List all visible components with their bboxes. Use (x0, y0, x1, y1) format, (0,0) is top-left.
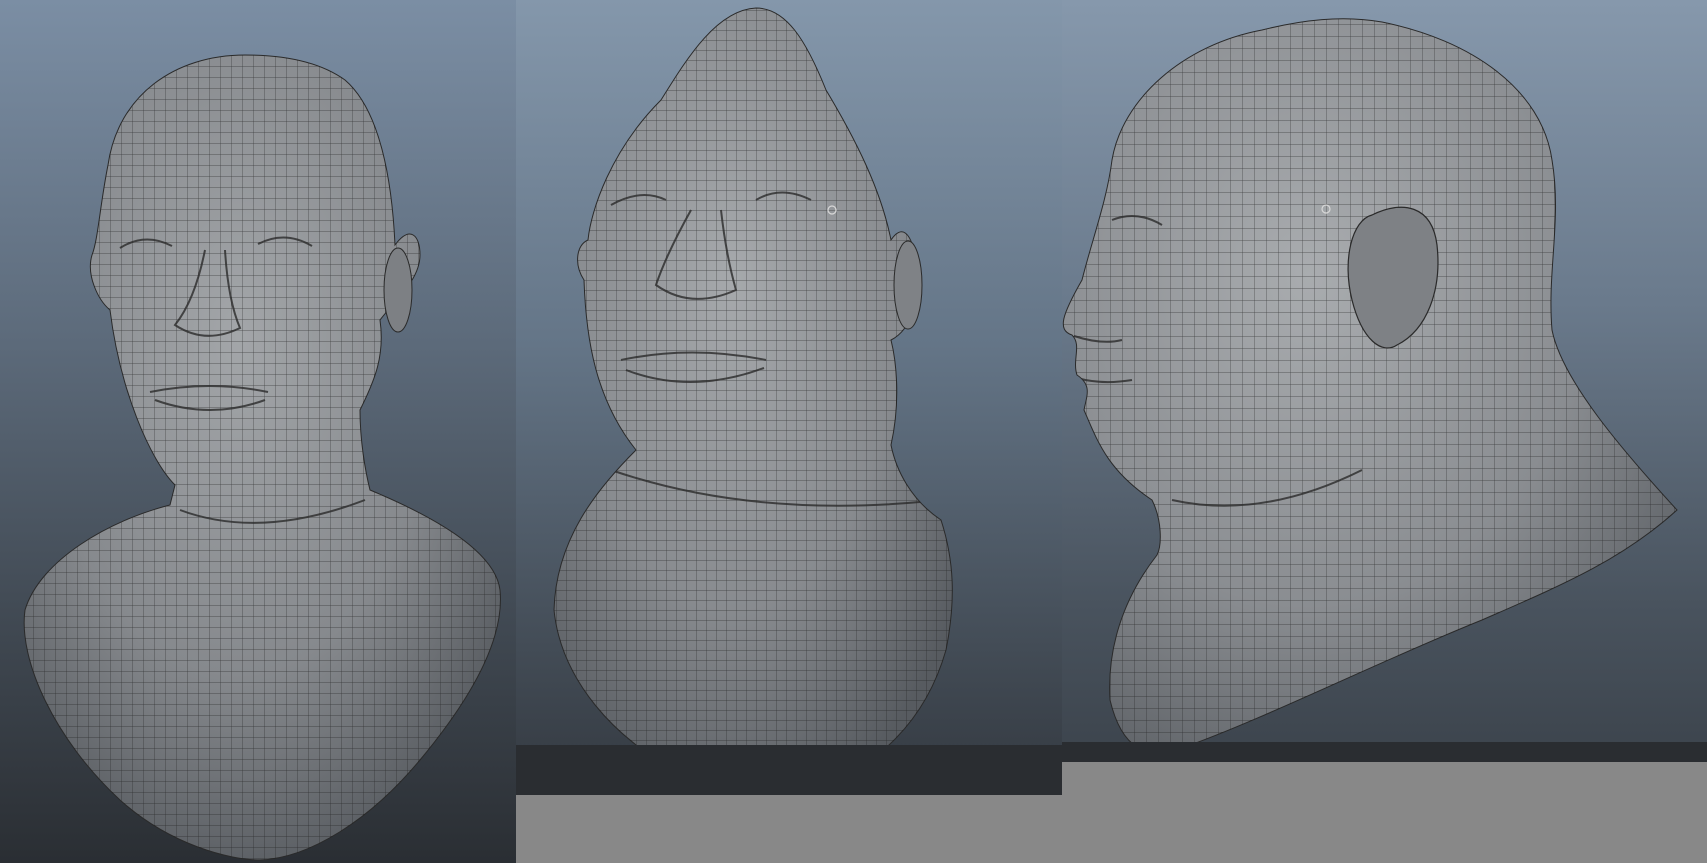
three-quarter-head-mesh (553, 7, 953, 790)
viewport-dark-strip (516, 745, 1062, 795)
side-head-mesh (1062, 18, 1678, 754)
viewport-side[interactable] (1062, 0, 1707, 863)
viewport-dark-strip-side (1062, 742, 1707, 762)
viewport-three-quarter[interactable] (516, 0, 1062, 863)
gray-overlay-panel-side (1062, 762, 1707, 863)
front-head-mesh (23, 54, 501, 861)
front-ear (383, 247, 413, 333)
gray-overlay-panel (516, 795, 1062, 863)
viewport-front[interactable] (0, 0, 516, 863)
three-quarter-ear (893, 240, 923, 330)
